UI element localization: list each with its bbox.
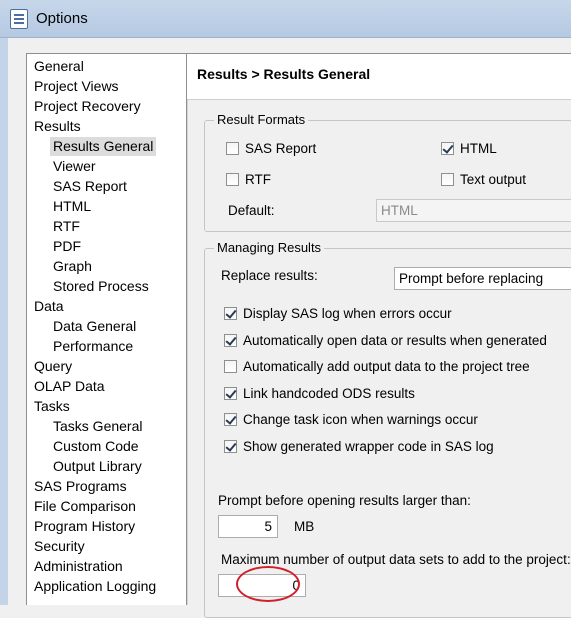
nav-item[interactable]: Program History (31, 517, 138, 536)
nav-item[interactable]: Viewer (50, 157, 99, 176)
managing-option-checkbox[interactable]: Automatically add output data to the pro… (224, 359, 530, 374)
replace-results-select[interactable]: Prompt before replacing (394, 267, 571, 290)
checkbox-box (224, 386, 237, 400)
nav-item[interactable]: Results General (50, 137, 157, 156)
nav-item[interactable]: Project Views (31, 77, 122, 96)
default-format-select[interactable]: HTML (376, 199, 571, 222)
sas-report-label: SAS Report (245, 141, 317, 156)
nav-item[interactable]: File Comparison (31, 497, 139, 516)
result-formats-label: Result Formats (214, 112, 309, 127)
options-nav-tree[interactable]: General Project Views Project Recovery Resu… (26, 53, 187, 605)
checkbox-box (224, 360, 237, 374)
checkbox-box (441, 142, 454, 155)
nav-item[interactable]: Project Recovery (31, 97, 144, 116)
replace-results-label: Replace results: (221, 268, 318, 283)
prompt-size-label: Prompt before opening results larger tha… (218, 493, 471, 508)
nav-item[interactable]: Performance (50, 337, 136, 356)
nav-item[interactable]: Tasks General (50, 417, 145, 436)
nav-item[interactable]: Tasks (31, 397, 73, 416)
text-output-checkbox[interactable]: Text output (441, 172, 526, 187)
sas-report-checkbox[interactable]: SAS Report (226, 141, 316, 156)
panel-header: Results > Results General (187, 53, 571, 100)
rtf-checkbox[interactable]: RTF (226, 172, 271, 187)
window-frame-left (0, 38, 8, 605)
checkbox-box (441, 173, 454, 186)
nav-item[interactable]: SAS Programs (31, 477, 130, 496)
managing-option-label: Display SAS log when errors occur (243, 306, 452, 321)
nav-item[interactable]: Results (31, 117, 84, 136)
managing-option-checkbox[interactable]: Automatically open data or results when … (224, 333, 547, 348)
checkbox-box (224, 307, 237, 320)
managing-option-label: Automatically open data or results when … (243, 332, 547, 348)
managing-option-checkbox[interactable]: Change task icon when warnings occur (224, 412, 478, 427)
html-label: HTML (460, 141, 497, 156)
nav-item[interactable]: HTML (50, 197, 94, 216)
nav-item[interactable]: RTF (50, 217, 83, 236)
nav-item[interactable]: Administration (31, 557, 126, 576)
managing-option-label: Show generated wrapper code in SAS log (243, 439, 494, 454)
nav-item[interactable]: Output Library (50, 457, 145, 476)
default-format-label: Default: (228, 203, 275, 218)
nav-item[interactable]: General (31, 57, 87, 76)
managing-option-checkbox[interactable]: Display SAS log when errors occur (224, 306, 452, 321)
nav-item[interactable]: Graph (50, 257, 95, 276)
checkbox-box (224, 413, 237, 427)
managing-option-label: Link handcoded ODS results (243, 385, 415, 401)
panel-body: Result Formats SAS Report HTML RTF Text … (187, 100, 571, 618)
prompt-size-unit: MB (294, 519, 315, 534)
options-app-icon (10, 9, 28, 29)
managing-option-label: Automatically add output data to the pro… (243, 359, 530, 375)
title-bar: Options (0, 0, 571, 38)
nav-item[interactable]: Query (31, 357, 75, 376)
prompt-size-input[interactable]: 5 (218, 515, 278, 538)
checkbox-box (226, 173, 239, 186)
window-title: Options (36, 10, 88, 27)
nav-item[interactable]: Data General (50, 317, 139, 336)
nav-item[interactable]: SAS Report (50, 177, 130, 196)
managing-option-label: Change task icon when warnings occur (243, 412, 478, 428)
nav-item[interactable]: Application Logging (31, 577, 159, 596)
max-output-label: Maximum number of output data sets to ad… (221, 552, 571, 567)
checkbox-box (226, 142, 239, 155)
nav-item[interactable]: Data (31, 297, 67, 316)
rtf-label: RTF (245, 172, 271, 187)
text-output-label: Text output (460, 172, 527, 187)
managing-option-checkbox[interactable]: Show generated wrapper code in SAS log (224, 439, 494, 454)
managing-results-label: Managing Results (214, 240, 325, 255)
nav-item[interactable]: OLAP Data (31, 377, 108, 396)
checkbox-box (224, 440, 237, 453)
nav-item[interactable]: PDF (50, 237, 84, 256)
html-checkbox[interactable]: HTML (441, 141, 497, 156)
annotation-circle (236, 566, 300, 602)
nav-item[interactable]: Stored Process (50, 277, 152, 296)
page-title: Results > Results General (197, 66, 371, 82)
nav-item[interactable]: Custom Code (50, 437, 142, 456)
managing-option-checkbox[interactable]: Link handcoded ODS results (224, 386, 415, 401)
nav-item[interactable]: Security (31, 537, 88, 556)
checkbox-box (224, 333, 237, 347)
